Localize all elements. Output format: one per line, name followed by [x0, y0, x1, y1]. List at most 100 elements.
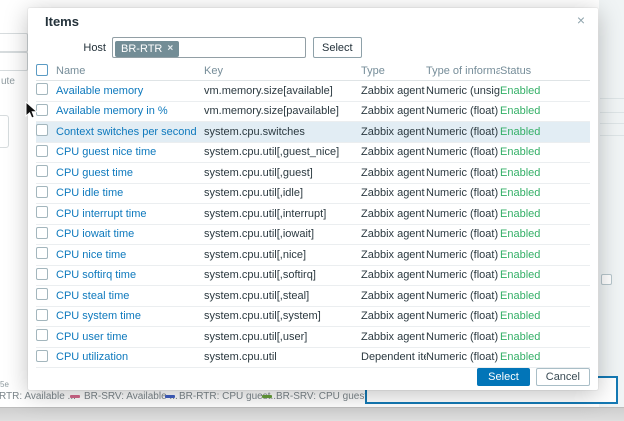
select-all-checkbox[interactable] — [36, 64, 48, 76]
row-checkbox[interactable] — [36, 350, 48, 362]
item-type: Zabbix agent — [361, 126, 426, 138]
legend-item[interactable]: BR-SRV: CPU guest... — [262, 391, 375, 402]
item-status: Enabled — [500, 269, 590, 281]
item-status: Enabled — [500, 310, 590, 322]
background-box-fragment — [0, 33, 28, 52]
host-field-row: Host BR-RTR × Select — [28, 37, 598, 59]
item-key: vm.memory.size[pavailable] — [204, 105, 361, 117]
item-info: Numeric (float) — [426, 208, 500, 220]
item-type: Zabbix agent — [361, 187, 426, 199]
chip-remove-icon[interactable]: × — [167, 44, 173, 54]
item-type: Zabbix agent — [361, 228, 426, 240]
item-name-link[interactable]: CPU system time — [56, 310, 141, 322]
column-header-type: Type — [361, 65, 426, 77]
item-info: Numeric (float) — [426, 228, 500, 240]
row-checkbox[interactable] — [36, 186, 48, 198]
item-info: Numeric (float) — [426, 167, 500, 179]
item-name-link[interactable]: CPU user time — [56, 331, 128, 343]
item-key: system.cpu.util[,interrupt] — [204, 208, 361, 220]
row-checkbox[interactable] — [36, 268, 48, 280]
column-header-info: Type of information — [426, 65, 500, 77]
item-name-link[interactable]: CPU softirq time — [56, 269, 136, 281]
item-name-link[interactable]: CPU iowait time — [56, 228, 134, 240]
item-type: Zabbix agent — [361, 290, 426, 302]
item-name-link[interactable]: CPU interrupt time — [56, 208, 146, 220]
table-row: Context switches per second system.cpu.sw… — [36, 122, 590, 143]
item-name-link[interactable]: CPU steal time — [56, 290, 129, 302]
item-type: Zabbix agent — [361, 208, 426, 220]
host-chip: BR-RTR × — [115, 41, 179, 57]
select-button[interactable]: Select — [477, 368, 530, 386]
item-key: system.cpu.util[,user] — [204, 331, 361, 343]
item-key: system.cpu.switches — [204, 126, 361, 138]
item-name-link[interactable]: CPU guest nice time — [56, 146, 156, 158]
legend-label: BR-SRV: CPU guest... — [276, 391, 375, 402]
table-row: CPU guest nice timesystem.cpu.util[,gues… — [36, 143, 590, 164]
legend-color-dash — [165, 395, 175, 398]
item-name-link[interactable]: Available memory in % — [56, 105, 168, 117]
table-row: CPU softirq timesystem.cpu.util[,softirq… — [36, 266, 590, 287]
table-row: CPU nice timesystem.cpu.util[,nice]Zabbi… — [36, 245, 590, 266]
background-right-strip — [599, 0, 624, 407]
item-info: Numeric (float) — [426, 126, 500, 138]
table-row: Available memory in % vm.memory.size[pava… — [36, 102, 590, 123]
legend-label: BR-SRV: Available ... — [84, 391, 178, 402]
item-name-link[interactable]: CPU utilization — [56, 351, 128, 363]
item-status: Enabled — [500, 228, 590, 240]
item-status: Enabled — [500, 167, 590, 179]
item-info: Numeric (unsigned) — [426, 85, 500, 97]
item-key: system.cpu.util[,iowait] — [204, 228, 361, 240]
table-row: Available memory vm.memory.size[available… — [36, 81, 590, 102]
item-type: Zabbix agent — [361, 269, 426, 281]
item-name-link[interactable]: CPU guest time — [56, 167, 133, 179]
items-dialog: Items × Host BR-RTR × Select NameKeyType… — [28, 8, 598, 390]
background-checkbox-fragment — [601, 274, 612, 285]
row-checkbox[interactable] — [36, 227, 48, 239]
item-status: Enabled — [500, 208, 590, 220]
item-type: Zabbix agent — [361, 310, 426, 322]
host-select-button[interactable]: Select — [313, 37, 362, 58]
background-bottom-bar — [0, 407, 624, 421]
row-checkbox[interactable] — [36, 83, 48, 95]
item-status: Enabled — [500, 85, 590, 97]
legend-item[interactable]: BR-SRV: Available ... — [70, 391, 178, 402]
dialog-footer: Select Cancel — [477, 368, 590, 386]
item-name-link[interactable]: CPU idle time — [56, 187, 123, 199]
table-row: CPU user timesystem.cpu.util[,user]Zabbi… — [36, 327, 590, 348]
background-text-fragment: ute — [1, 76, 15, 87]
row-checkbox[interactable] — [36, 329, 48, 341]
item-type: Zabbix agent — [361, 167, 426, 179]
item-name-link[interactable]: Context switches per second — [56, 126, 197, 138]
row-checkbox[interactable] — [36, 206, 48, 218]
host-label: Host — [28, 42, 106, 54]
row-checkbox[interactable] — [36, 104, 48, 116]
item-status: Enabled — [500, 105, 590, 117]
host-multiselect[interactable]: BR-RTR × — [112, 37, 306, 58]
row-checkbox[interactable] — [36, 309, 48, 321]
item-info: Numeric (float) — [426, 331, 500, 343]
row-checkbox[interactable] — [36, 124, 48, 136]
background-box-fragment — [0, 52, 28, 71]
table-row: CPU idle time system.cpu.util[,idle]Zabbi… — [36, 184, 590, 205]
item-info: Numeric (float) — [426, 105, 500, 117]
row-checkbox[interactable] — [36, 145, 48, 157]
row-checkbox[interactable] — [36, 288, 48, 300]
item-info: Numeric (float) — [426, 351, 500, 363]
item-name-link[interactable]: CPU nice time — [56, 249, 126, 261]
item-key: system.cpu.util[,steal] — [204, 290, 361, 302]
item-key: vm.memory.size[available] — [204, 85, 361, 97]
row-checkbox[interactable] — [36, 247, 48, 259]
close-icon[interactable]: × — [573, 12, 589, 28]
item-status: Enabled — [500, 126, 590, 138]
item-status: Enabled — [500, 249, 590, 261]
item-name-link[interactable]: Available memory — [56, 85, 143, 97]
cancel-button[interactable]: Cancel — [536, 368, 590, 386]
item-info: Numeric (float) — [426, 290, 500, 302]
item-status: Enabled — [500, 351, 590, 363]
item-type: Zabbix agent — [361, 85, 426, 97]
legend-item[interactable]: RTR: Available ... — [0, 391, 76, 402]
item-key: system.cpu.util[,idle] — [204, 187, 361, 199]
legend-color-dash — [262, 395, 272, 398]
table-header-row: NameKeyTypeType of informationStatus — [36, 62, 590, 81]
row-checkbox[interactable] — [36, 165, 48, 177]
